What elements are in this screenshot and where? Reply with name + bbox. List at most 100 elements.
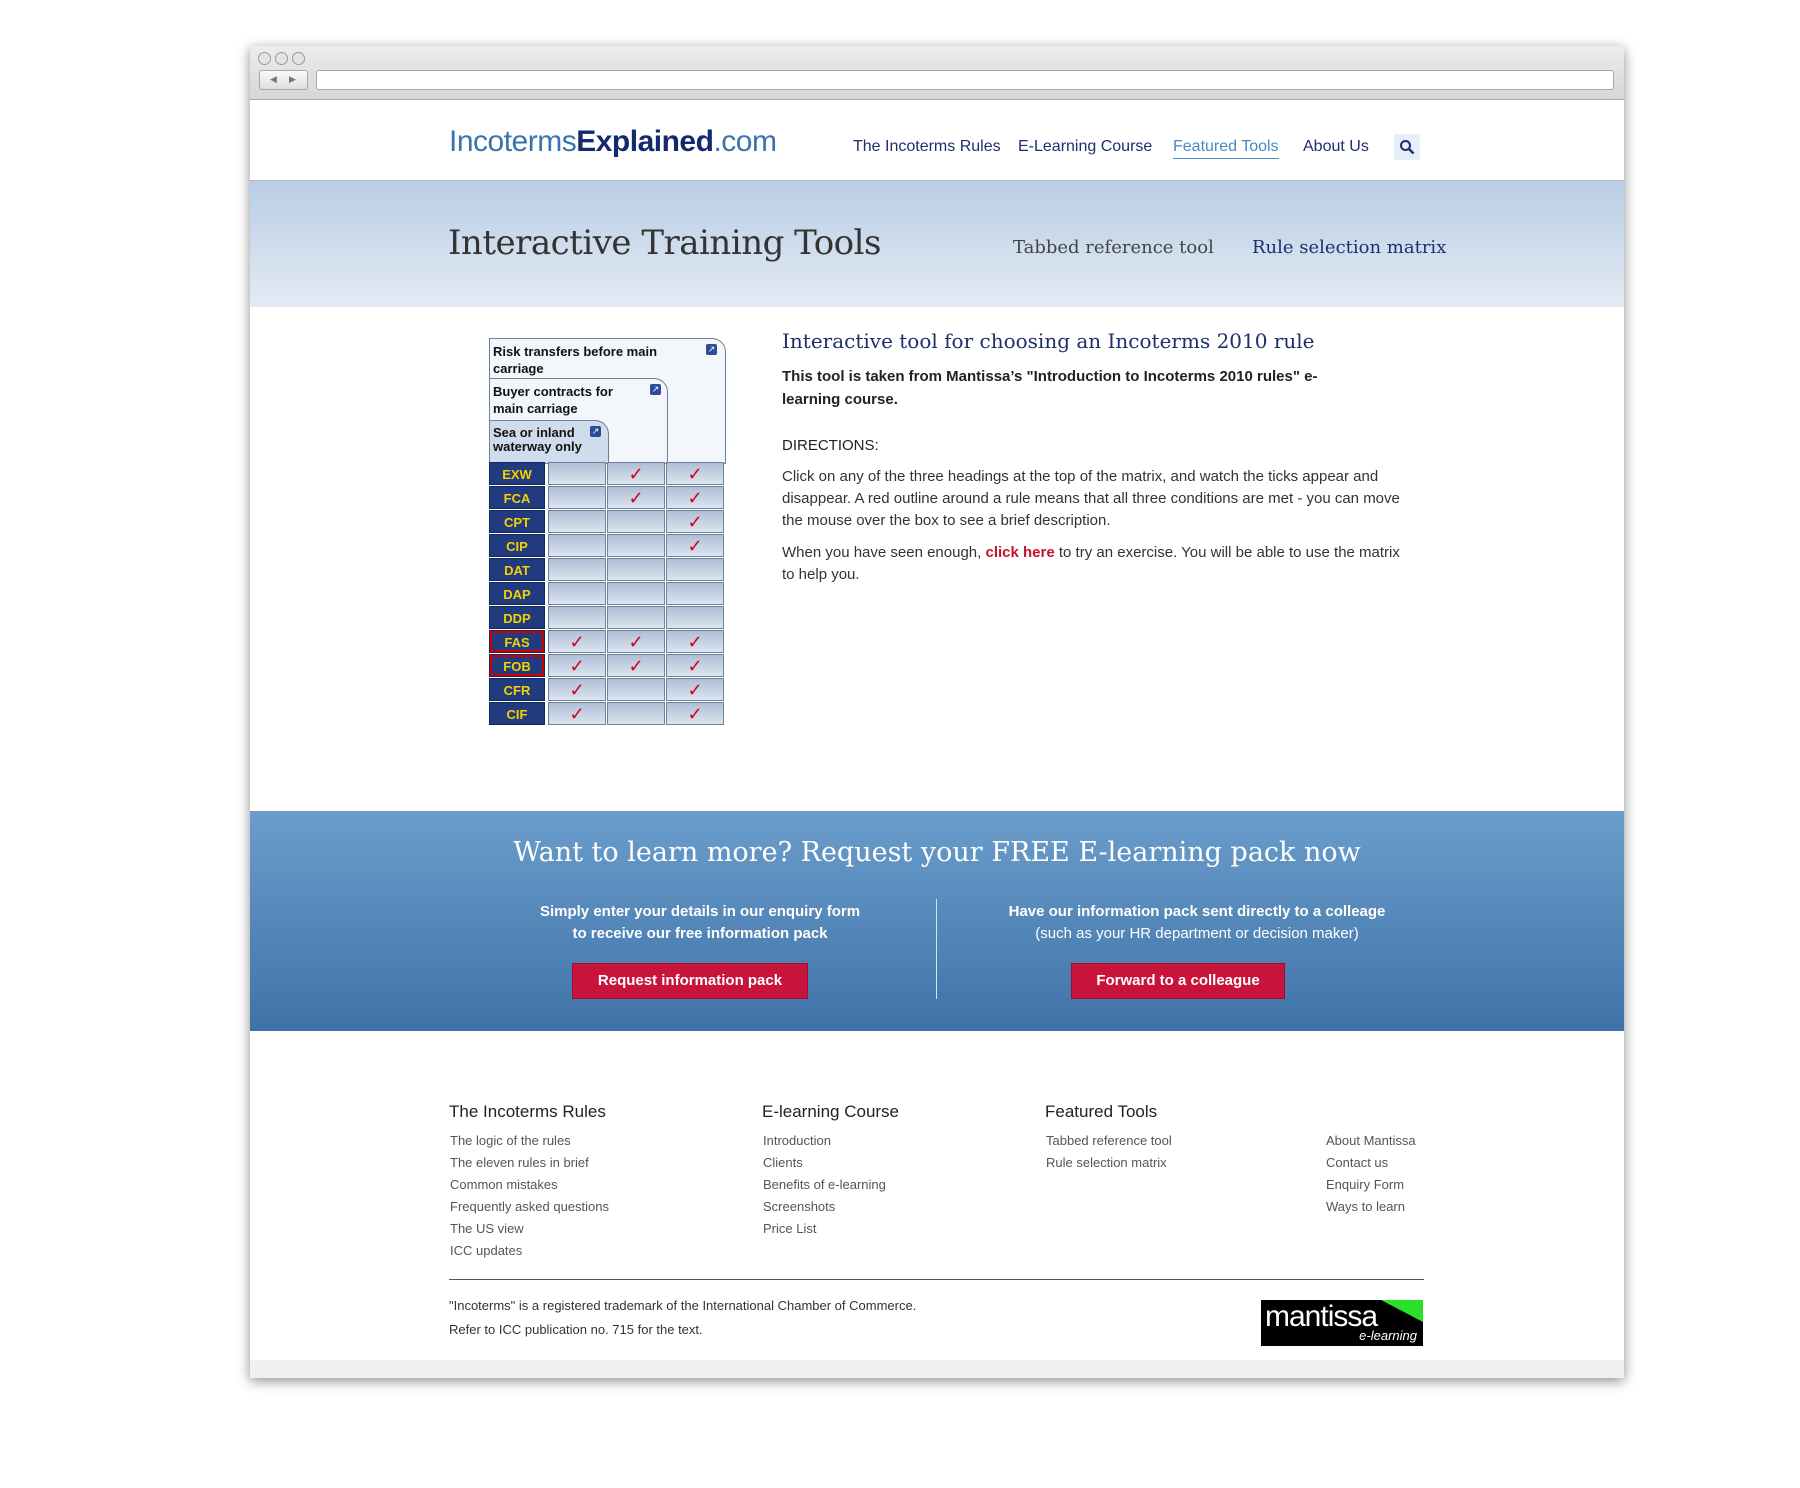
footer-link[interactable]: The eleven rules in brief xyxy=(450,1152,609,1174)
expand-icon: ↗ xyxy=(706,344,717,355)
footer-title-featured-tools[interactable]: Featured Tools xyxy=(1045,1102,1157,1122)
nav-incoterms-rules[interactable]: The Incoterms Rules xyxy=(853,138,1001,156)
rule-code-1[interactable]: FCA xyxy=(489,486,545,509)
enquiry-line-2: to receive our free information pack xyxy=(572,925,828,942)
matrix-cell: ✓ xyxy=(548,678,606,701)
matrix-cell xyxy=(607,606,665,629)
footer-list-featured-tools: Tabbed reference tool Rule selection matr… xyxy=(1046,1130,1172,1174)
zoom-window-button[interactable] xyxy=(292,52,305,65)
forward-line-2: (such as your HR department or decision … xyxy=(1035,925,1359,942)
site-logo[interactable]: IncotermsExplained.com xyxy=(449,125,777,159)
directions-heading: DIRECTIONS: xyxy=(782,437,879,454)
footer-link[interactable]: Clients xyxy=(763,1152,886,1174)
forward-to-colleague-button[interactable]: Forward to a colleague xyxy=(1071,963,1285,999)
page-title: Interactive Training Tools xyxy=(448,223,881,263)
footer-link[interactable]: About Mantissa xyxy=(1326,1130,1416,1152)
enquiry-line-1: Simply enter your details in our enquiry… xyxy=(539,903,861,920)
matrix-row: FAS ✓ ✓ ✓ xyxy=(489,630,726,653)
footer-link[interactable]: Screenshots xyxy=(763,1196,886,1218)
back-icon[interactable]: ◀ xyxy=(270,74,277,85)
matrix-row: DAP xyxy=(489,582,726,605)
matrix-cell: ✓ xyxy=(607,654,665,677)
footer-link[interactable]: The logic of the rules xyxy=(450,1130,609,1152)
matrix-cell: ✓ xyxy=(666,510,724,533)
rule-code-6[interactable]: DDP xyxy=(489,606,545,629)
request-information-pack-button[interactable]: Request information pack xyxy=(572,963,808,999)
footer-title-elearning-course[interactable]: E-learning Course xyxy=(762,1102,899,1122)
matrix-row: FOB ✓ ✓ ✓ xyxy=(489,654,726,677)
expand-icon: ↗ xyxy=(590,426,601,437)
footer-link[interactable]: Ways to learn xyxy=(1326,1196,1416,1218)
minimize-window-button[interactable] xyxy=(275,52,288,65)
tab-rule-selection-matrix[interactable]: Rule selection matrix xyxy=(1252,237,1446,258)
matrix-cell: ✓ xyxy=(666,678,724,701)
search-button[interactable] xyxy=(1394,134,1420,160)
footer-divider xyxy=(449,1279,1424,1280)
logo-part-explained: Explained xyxy=(576,125,714,158)
matrix-cell xyxy=(548,582,606,605)
rule-code-10[interactable]: CIF xyxy=(489,702,545,725)
banner-divider xyxy=(936,899,937,999)
footer-list-incoterms-rules: The logic of the rules The eleven rules i… xyxy=(450,1130,609,1262)
matrix-cell xyxy=(607,534,665,557)
matrix-cell xyxy=(666,606,724,629)
logo-subtitle: e-learning xyxy=(1359,1328,1417,1343)
footer-link[interactable]: The US view xyxy=(450,1218,609,1240)
rule-code-5[interactable]: DAP xyxy=(489,582,545,605)
matrix-cell xyxy=(548,510,606,533)
page-bottom-strip xyxy=(250,1360,1624,1378)
matrix-row: CFR ✓ ✓ xyxy=(489,678,726,701)
rule-code-4[interactable]: DAT xyxy=(489,558,545,581)
matrix-heading-sea-only[interactable]: Sea or inland waterway only ↗ xyxy=(489,420,609,464)
matrix-row: CPT ✓ xyxy=(489,510,726,533)
rule-code-7[interactable]: FAS xyxy=(489,630,545,653)
matrix-cell xyxy=(607,558,665,581)
hero-banner: Interactive Training Tools Tabbed refere… xyxy=(250,180,1624,307)
footer-link[interactable]: Tabbed reference tool xyxy=(1046,1130,1172,1152)
matrix-cell: ✓ xyxy=(666,534,724,557)
rule-code-8[interactable]: FOB xyxy=(489,654,545,677)
web-page: IncotermsExplained.com The Incoterms Rul… xyxy=(250,100,1624,1378)
mantissa-logo[interactable]: mantissa e-learning xyxy=(1261,1300,1423,1346)
footer-link[interactable]: Rule selection matrix xyxy=(1046,1152,1172,1174)
nav-elearning-course[interactable]: E-Learning Course xyxy=(1018,138,1152,156)
matrix-cell: ✓ xyxy=(666,702,724,725)
forward-line-1: Have our information pack sent directly … xyxy=(1008,903,1386,920)
matrix-cell: ✓ xyxy=(548,702,606,725)
matrix-cell xyxy=(548,462,606,485)
click-here-link[interactable]: click here xyxy=(985,544,1054,561)
matrix-row: CIF ✓ ✓ xyxy=(489,702,726,725)
tool-lead: This tool is taken from Mantissa’s "Intr… xyxy=(782,368,1318,408)
footer-title-incoterms-rules[interactable]: The Incoterms Rules xyxy=(449,1102,606,1122)
tab-tabbed-reference-tool[interactable]: Tabbed reference tool xyxy=(1013,237,1214,258)
matrix-cell xyxy=(666,558,724,581)
footer-link[interactable]: Price List xyxy=(763,1218,886,1240)
rule-code-0[interactable]: EXW xyxy=(489,462,545,485)
banner-title: Want to learn more? Request your FREE E-… xyxy=(513,837,1361,868)
forward-info: Have our information pack sent directly … xyxy=(957,901,1437,945)
rule-code-2[interactable]: CPT xyxy=(489,510,545,533)
rule-code-9[interactable]: CFR xyxy=(489,678,545,701)
address-bar[interactable] xyxy=(316,70,1614,90)
matrix-cell: ✓ xyxy=(607,486,665,509)
matrix-cell xyxy=(548,558,606,581)
footer-link[interactable]: Introduction xyxy=(763,1130,886,1152)
nav-about-us[interactable]: About Us xyxy=(1303,138,1369,156)
footer-link[interactable]: ICC updates xyxy=(450,1240,609,1262)
footer-link[interactable]: Contact us xyxy=(1326,1152,1416,1174)
back-forward-buttons[interactable]: ◀ ▶ xyxy=(259,70,308,90)
browser-toolbar: ◀ ▶ xyxy=(250,46,1624,100)
footer-link[interactable]: Frequently asked questions xyxy=(450,1196,609,1218)
nav-featured-tools[interactable]: Featured Tools xyxy=(1173,138,1279,159)
heading-sea-only-label: Sea or inland waterway only xyxy=(493,425,582,454)
footer-link[interactable]: Common mistakes xyxy=(450,1174,609,1196)
matrix-cell: ✓ xyxy=(666,654,724,677)
matrix-row: CIP ✓ xyxy=(489,534,726,557)
close-window-button[interactable] xyxy=(258,52,271,65)
forward-icon[interactable]: ▶ xyxy=(289,74,296,85)
footer-link[interactable]: Benefits of e-learning xyxy=(763,1174,886,1196)
rule-code-3[interactable]: CIP xyxy=(489,534,545,557)
exercise-text-before: When you have seen enough, xyxy=(782,544,986,561)
footer-link[interactable]: Enquiry Form xyxy=(1326,1174,1416,1196)
matrix-row: FCA ✓ ✓ xyxy=(489,486,726,509)
